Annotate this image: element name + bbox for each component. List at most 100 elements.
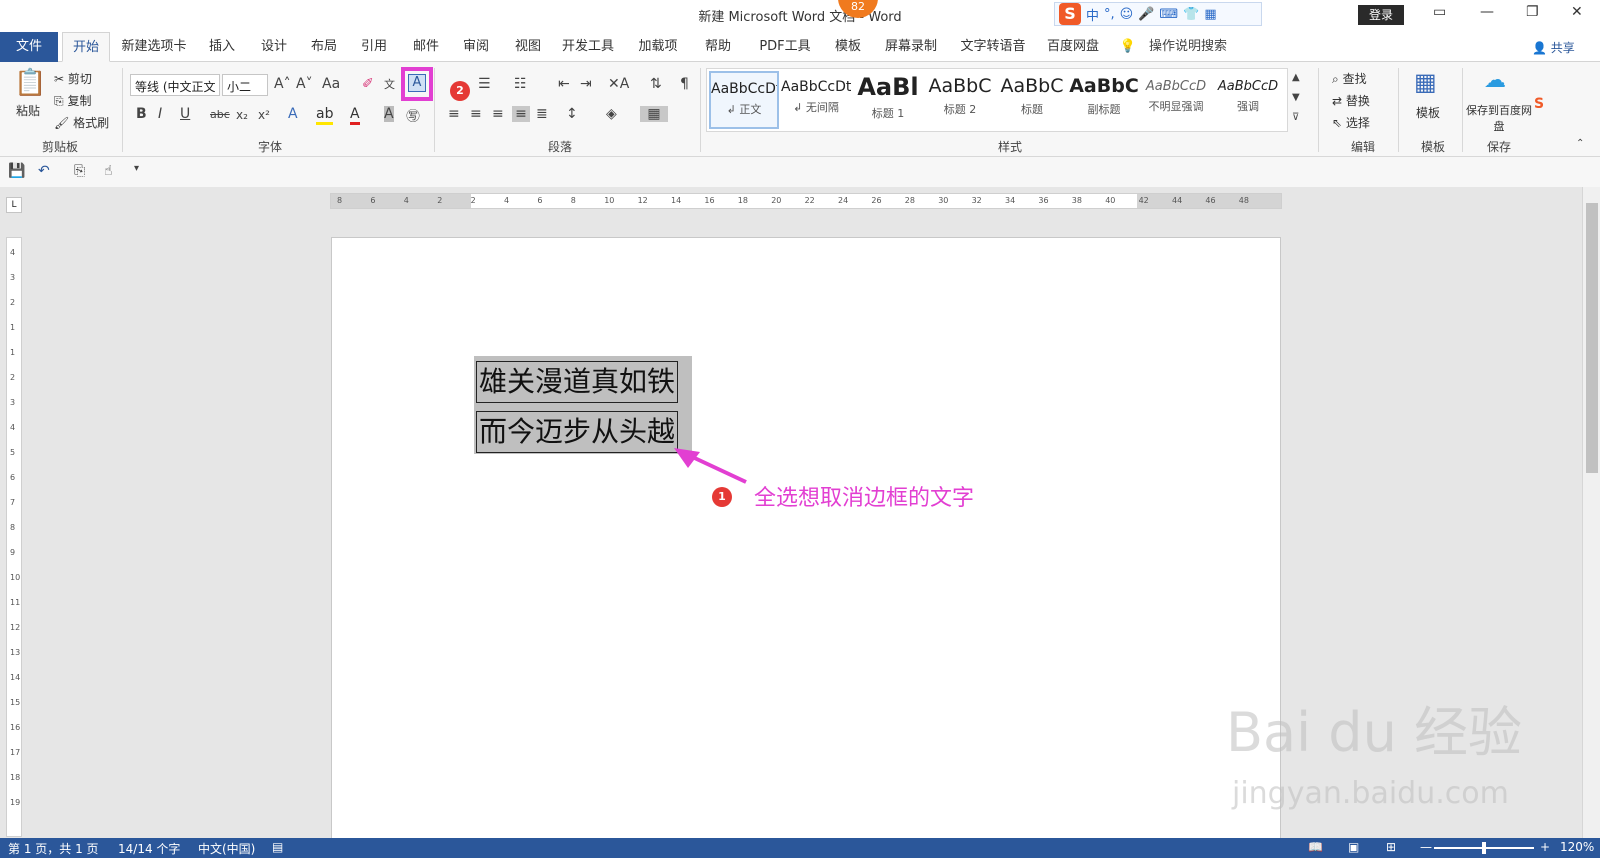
tab-addins[interactable]: 加载项 [632, 32, 684, 62]
copy-button[interactable]: ⎘ 复制 [54, 92, 91, 109]
document-line-2[interactable]: 而今迈步从头越 [476, 411, 679, 453]
shrink-font-icon[interactable]: A˅ [296, 76, 313, 92]
tab-references[interactable]: 引用 [352, 32, 396, 62]
font-color-icon[interactable]: A [350, 106, 360, 125]
strikethrough-button[interactable]: abc [210, 108, 230, 121]
collapse-ribbon-icon[interactable]: ⌃ [1576, 138, 1584, 149]
page-count[interactable]: 第 1 页，共 1 页 [8, 840, 99, 857]
bold-button[interactable]: B [136, 106, 147, 122]
character-border-button[interactable]: A [408, 74, 426, 92]
style-subtle-emphasis[interactable]: AaBbCcD 不明显强调 [1141, 71, 1211, 129]
save-icon[interactable]: 💾 [8, 163, 25, 179]
bullets-icon[interactable]: ☰ [478, 76, 491, 92]
sort-icon[interactable]: ⇅ [650, 76, 662, 92]
ime-menu-icon[interactable]: ▦ [1204, 7, 1216, 22]
ime-emoji-icon[interactable]: ☺ [1120, 7, 1134, 22]
tab-selector[interactable]: L [6, 197, 22, 213]
styles-scroll-up-icon[interactable]: ▲ [1292, 72, 1300, 83]
ime-toolbar[interactable]: S 中 °, ☺ 🎤 ⌨ 👕 ▦ [1054, 2, 1262, 26]
align-left-icon[interactable]: ≡ [448, 106, 460, 122]
document-page[interactable] [331, 237, 1281, 857]
ime-punctuation-icon[interactable]: °, [1104, 7, 1115, 22]
tab-help[interactable]: 帮助 [696, 32, 740, 62]
highlight-color-icon[interactable]: ab [316, 106, 334, 125]
touch-mode-icon[interactable]: ☝ [104, 163, 113, 179]
font-size-combo[interactable]: 小二 [222, 74, 268, 96]
sogou-ribbon-icon[interactable]: S [1534, 96, 1544, 112]
zoom-in-icon[interactable]: + [1540, 840, 1550, 854]
print-layout-icon[interactable]: ▣ [1348, 840, 1359, 854]
zoom-out-icon[interactable]: — [1420, 840, 1432, 854]
tab-review[interactable]: 审阅 [454, 32, 498, 62]
select-button[interactable]: ⇖ 选择 [1332, 114, 1370, 131]
minimize-icon[interactable]: — [1480, 4, 1494, 20]
macro-record-icon[interactable]: ▤ [272, 840, 283, 854]
sogou-logo-icon[interactable]: S [1059, 3, 1081, 25]
tab-new[interactable]: 新建选项卡 [116, 32, 192, 62]
format-painter-button[interactable]: 🖌 格式刷 [54, 114, 109, 131]
zoom-slider-thumb[interactable] [1482, 842, 1486, 854]
superscript-button[interactable]: x² [258, 108, 270, 122]
style-subtitle[interactable]: AaBbC 副标题 [1069, 71, 1139, 129]
show-marks-icon[interactable]: ¶ [680, 76, 689, 92]
tab-developer[interactable]: 开发工具 [558, 32, 618, 62]
ime-chinese-mode[interactable]: 中 [1086, 5, 1099, 24]
read-mode-icon[interactable]: 📖 [1308, 840, 1323, 854]
tab-design[interactable]: 设计 [252, 32, 296, 62]
document-line-1[interactable]: 雄关漫道真如铁 [476, 361, 679, 403]
style-heading-2[interactable]: AaBbC 标题 2 [925, 71, 995, 129]
style-title[interactable]: AaBbC 标题 [997, 71, 1067, 129]
grow-font-icon[interactable]: A˄ [274, 76, 291, 92]
style-emphasis[interactable]: AaBbCcD 强调 [1213, 71, 1283, 129]
style-heading-1[interactable]: AaBl 标题 1 [853, 71, 923, 129]
tab-view[interactable]: 视图 [506, 32, 550, 62]
styles-more-icon[interactable]: ⊽ [1292, 112, 1299, 123]
styles-scroll-down-icon[interactable]: ▼ [1292, 92, 1300, 103]
tab-baidu-netdisk[interactable]: 百度网盘 [1040, 32, 1106, 62]
tab-insert[interactable]: 插入 [200, 32, 244, 62]
underline-button[interactable]: U [180, 106, 190, 122]
tab-screen-record[interactable]: 屏幕录制 [878, 32, 944, 62]
scroll-thumb[interactable] [1586, 203, 1598, 473]
subscript-button[interactable]: x₂ [236, 108, 248, 122]
enclose-characters-icon[interactable]: ㊢ [406, 106, 420, 126]
paste-icon[interactable]: 📋 [14, 68, 46, 98]
paste-button[interactable]: 粘贴 [16, 102, 40, 119]
tab-template[interactable]: 模板 [826, 32, 870, 62]
chinese-layout-icon[interactable]: ✕A [608, 76, 629, 92]
customize-qat-icon[interactable]: ▾ [134, 163, 139, 174]
numbering-icon[interactable]: ☷ [514, 76, 527, 92]
borders-icon[interactable]: ▦ [640, 106, 668, 122]
distribute-icon[interactable]: ≣ [536, 106, 548, 122]
decrease-indent-icon[interactable]: ⇤ [558, 76, 570, 92]
ime-voice-icon[interactable]: 🎤 [1138, 7, 1154, 22]
tab-mailings[interactable]: 邮件 [404, 32, 448, 62]
tab-layout[interactable]: 布局 [302, 32, 346, 62]
increase-indent-icon[interactable]: ⇥ [580, 76, 592, 92]
tab-text-to-speech[interactable]: 文字转语音 [954, 32, 1032, 62]
login-button[interactable]: 登录 [1358, 5, 1404, 25]
vertical-ruler[interactable]: 4 3 2 1 1 2 3 4 5 6 7 8 9 10 11 12 13 14 15 16 17 18 19 [6, 237, 22, 837]
close-icon[interactable]: ✕ [1571, 4, 1583, 20]
justify-icon[interactable]: ≡ [512, 106, 530, 122]
cut-button[interactable]: ✂ 剪切 [54, 70, 92, 87]
tab-pdf-tools[interactable]: PDF工具 [752, 32, 818, 62]
change-case-icon[interactable]: Aa [322, 76, 340, 92]
phonetic-guide-icon[interactable]: 文 [384, 76, 395, 92]
web-layout-icon[interactable]: ⊞ [1386, 840, 1396, 854]
share-button[interactable]: 👤 共享 [1532, 39, 1575, 56]
multi-page-icon[interactable]: ⎘ [74, 163, 85, 179]
restore-icon[interactable]: ❐ [1526, 4, 1539, 20]
tab-file[interactable]: 文件 [0, 32, 58, 62]
save-to-netdisk-button[interactable]: 保存到百度网盘 [1466, 102, 1532, 134]
line-spacing-icon[interactable]: ↕ [566, 106, 578, 122]
replace-button[interactable]: ⇄ 替换 [1332, 92, 1370, 109]
text-effects-icon[interactable]: A [288, 106, 298, 122]
align-center-icon[interactable]: ≡ [470, 106, 482, 122]
language-indicator[interactable]: 中文(中国) [198, 840, 255, 857]
horizontal-ruler[interactable]: 8 6 4 2 2 4 6 8 10 12 14 16 18 20 22 24 26 28 30 32 34 36 38 40… [330, 193, 1282, 209]
word-count[interactable]: 14/14 个字 [118, 840, 180, 857]
vertical-scrollbar[interactable] [1582, 187, 1600, 838]
clear-format-icon[interactable]: ✐ [362, 76, 374, 92]
template-icon[interactable]: ▦ [1414, 68, 1437, 96]
